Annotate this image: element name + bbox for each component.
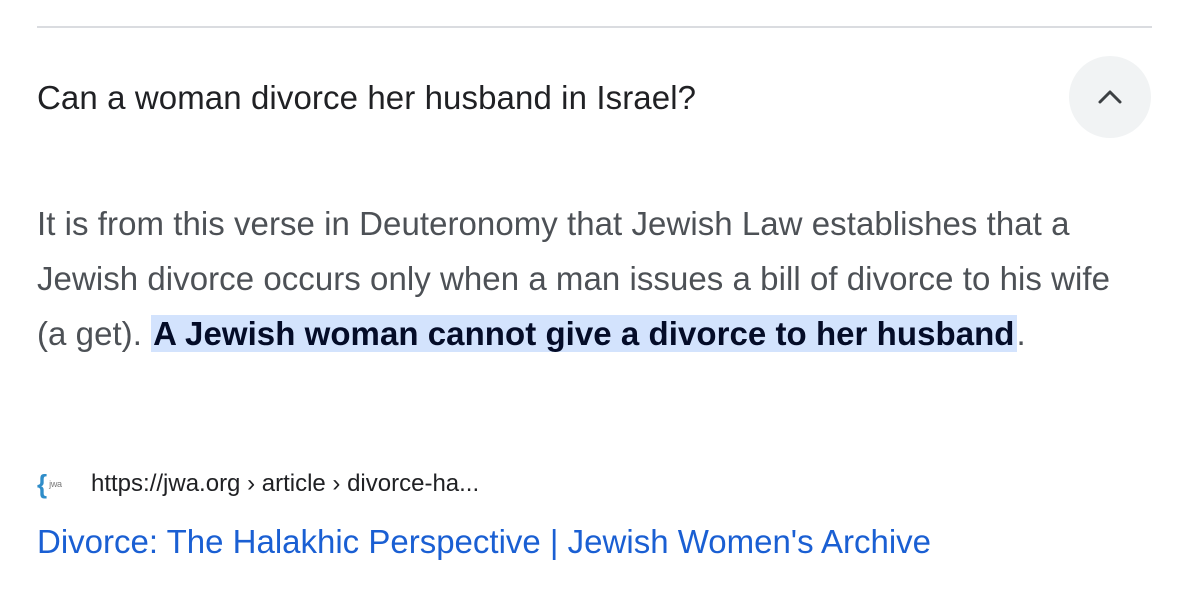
source-url-row[interactable]: { jwa https://jwa.org › article › divorc… bbox=[37, 466, 479, 502]
favicon-text: jwa bbox=[49, 479, 62, 489]
answer-text: It is from this verse in Deuteronomy tha… bbox=[37, 196, 1147, 361]
featured-snippet-panel: Can a woman divorce her husband in Israe… bbox=[0, 0, 1188, 600]
answer-text-after: . bbox=[1016, 315, 1026, 352]
answer-highlight: A Jewish woman cannot give a divorce to … bbox=[151, 315, 1017, 352]
question-heading[interactable]: Can a woman divorce her husband in Israe… bbox=[37, 76, 696, 120]
chevron-up-icon bbox=[1097, 89, 1123, 105]
source-title-link[interactable]: Divorce: The Halakhic Perspective | Jewi… bbox=[37, 520, 931, 564]
source-url[interactable]: https://jwa.org › article › divorce-ha..… bbox=[91, 470, 479, 498]
collapse-toggle-button[interactable] bbox=[1069, 56, 1151, 138]
top-divider bbox=[37, 26, 1152, 28]
jwa-favicon-icon: { jwa bbox=[37, 469, 77, 499]
favicon-brace: { bbox=[37, 469, 48, 499]
